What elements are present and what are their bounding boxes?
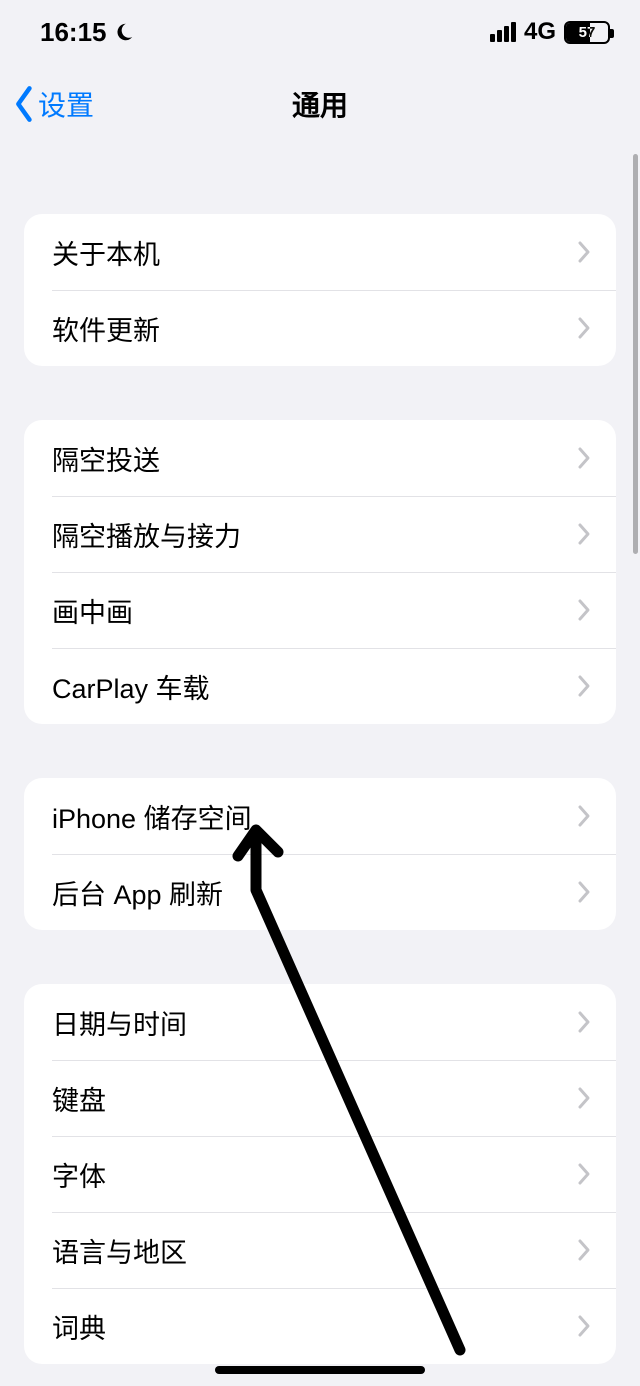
- row-label: 日期与时间: [52, 1003, 187, 1042]
- chevron-right-icon: [577, 598, 592, 622]
- row-fonts[interactable]: 字体: [24, 1136, 616, 1212]
- page-title: 通用: [292, 84, 348, 124]
- chevron-right-icon: [577, 880, 592, 904]
- chevron-right-icon: [577, 316, 592, 340]
- row-about[interactable]: 关于本机: [24, 214, 616, 290]
- row-carplay[interactable]: CarPlay 车载: [24, 648, 616, 724]
- row-label: 后台 App 刷新: [52, 873, 223, 912]
- battery-text: 57: [566, 24, 608, 41]
- signal-icon: [490, 22, 516, 42]
- content: 关于本机 软件更新 隔空投送 隔空播放与接力 画中画 CarPlay 车载: [0, 144, 640, 1364]
- back-button[interactable]: 设置: [12, 64, 94, 144]
- battery-icon: 57: [564, 21, 610, 44]
- row-label: 关于本机: [52, 233, 160, 272]
- settings-group: iPhone 储存空间 后台 App 刷新: [24, 778, 616, 930]
- status-right: 4G 57: [490, 18, 610, 46]
- chevron-right-icon: [577, 1238, 592, 1262]
- row-label: 词典: [52, 1307, 106, 1346]
- row-airplay-handoff[interactable]: 隔空播放与接力: [24, 496, 616, 572]
- row-airdrop[interactable]: 隔空投送: [24, 420, 616, 496]
- chevron-right-icon: [577, 1086, 592, 1110]
- chevron-right-icon: [577, 1162, 592, 1186]
- nav-bar: 设置 通用: [0, 64, 640, 144]
- row-label: iPhone 储存空间: [52, 797, 252, 836]
- status-left: 16:15: [40, 17, 135, 48]
- network-label: 4G: [524, 18, 556, 46]
- scroll-indicator: [633, 154, 638, 554]
- row-software-update[interactable]: 软件更新: [24, 290, 616, 366]
- row-iphone-storage[interactable]: iPhone 储存空间: [24, 778, 616, 854]
- row-pip[interactable]: 画中画: [24, 572, 616, 648]
- chevron-left-icon: [12, 85, 38, 123]
- row-label: 画中画: [52, 591, 133, 630]
- chevron-right-icon: [577, 804, 592, 828]
- row-label: 隔空播放与接力: [52, 515, 241, 554]
- back-label: 设置: [38, 84, 94, 124]
- status-bar: 16:15 4G 57: [0, 0, 640, 64]
- row-date-time[interactable]: 日期与时间: [24, 984, 616, 1060]
- status-time: 16:15: [40, 17, 107, 48]
- row-dictionary[interactable]: 词典: [24, 1288, 616, 1364]
- chevron-right-icon: [577, 674, 592, 698]
- row-background-refresh[interactable]: 后台 App 刷新: [24, 854, 616, 930]
- chevron-right-icon: [577, 1314, 592, 1338]
- settings-group: 关于本机 软件更新: [24, 214, 616, 366]
- chevron-right-icon: [577, 240, 592, 264]
- row-label: 隔空投送: [52, 439, 160, 478]
- dnd-moon-icon: [113, 21, 135, 43]
- home-indicator: [215, 1366, 425, 1374]
- row-keyboard[interactable]: 键盘: [24, 1060, 616, 1136]
- settings-group: 日期与时间 键盘 字体 语言与地区 词典: [24, 984, 616, 1364]
- row-label: 字体: [52, 1155, 106, 1194]
- chevron-right-icon: [577, 1010, 592, 1034]
- row-label: 语言与地区: [52, 1231, 187, 1270]
- row-label: CarPlay 车载: [52, 667, 210, 706]
- settings-group: 隔空投送 隔空播放与接力 画中画 CarPlay 车载: [24, 420, 616, 724]
- chevron-right-icon: [577, 522, 592, 546]
- row-label: 软件更新: [52, 309, 160, 348]
- row-label: 键盘: [52, 1079, 106, 1118]
- row-language-region[interactable]: 语言与地区: [24, 1212, 616, 1288]
- chevron-right-icon: [577, 446, 592, 470]
